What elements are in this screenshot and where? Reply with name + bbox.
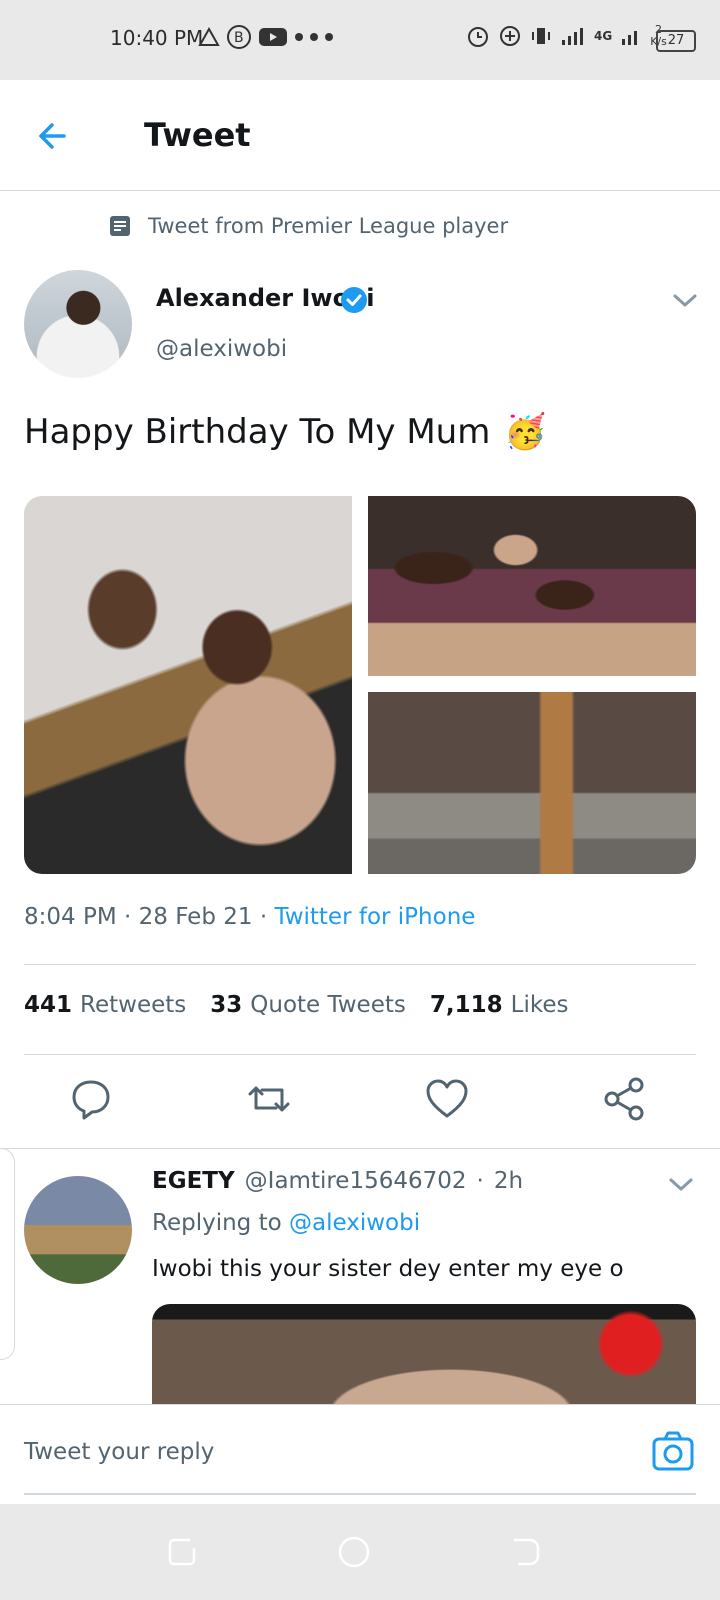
- party-emoji: 🥳: [504, 412, 547, 452]
- reply-header: EGETY @Iamtire15646702 · 2h: [152, 1168, 524, 1194]
- tweet-date: 28 Feb 21: [138, 904, 253, 930]
- replying-to: Replying to @alexiwobi: [152, 1210, 421, 1236]
- retweets-stat[interactable]: 441 Retweets: [24, 992, 186, 1018]
- reply-author-name[interactable]: EGETY: [152, 1168, 235, 1194]
- tweet-stats: 441 Retweets 33 Quote Tweets 7,118 Likes: [24, 992, 568, 1018]
- reply-avatar[interactable]: [24, 1176, 132, 1284]
- vibrate-icon: [532, 28, 550, 44]
- retweet-icon[interactable]: [244, 1074, 294, 1124]
- divider: [24, 1054, 696, 1055]
- reply-photo[interactable]: [152, 1304, 696, 1404]
- status-bar: 10:40 PM B 4G 2 K/s 27: [0, 0, 720, 80]
- bitcoin-icon: B: [227, 25, 251, 49]
- edge-panel-handle[interactable]: [0, 1148, 15, 1360]
- signal-icon: [562, 28, 583, 45]
- likes-stat[interactable]: 7,118 Likes: [430, 992, 569, 1018]
- warning-icon: [198, 26, 220, 46]
- battery-indicator: 27: [656, 30, 696, 52]
- tweet-meta: 8:04 PM · 28 Feb 21 · Twitter for iPhone: [24, 904, 476, 930]
- back-nav-icon[interactable]: [508, 1534, 544, 1570]
- reply-icon[interactable]: [66, 1074, 116, 1124]
- tweet-body: Happy Birthday To My Mum 🥳: [24, 412, 547, 452]
- input-underline: [24, 1493, 696, 1495]
- tweet-context: Tweet from Premier League player: [108, 214, 508, 238]
- context-label: Tweet from Premier League player: [148, 214, 509, 238]
- tweet-time: 8:04 PM: [24, 904, 117, 930]
- quote-tweets-stat[interactable]: 33 Quote Tweets: [210, 992, 406, 1018]
- network-type: 4G: [594, 29, 613, 43]
- tweet-photo-3[interactable]: [368, 692, 696, 874]
- status-time: 10:40 PM: [110, 26, 204, 50]
- reply-text: Iwobi this your sister dey enter my eye …: [152, 1256, 624, 1282]
- tweet-photo-1[interactable]: [24, 496, 352, 874]
- status-notification-icons: B: [198, 24, 334, 50]
- reply-author-handle[interactable]: @Iamtire15646702: [245, 1168, 467, 1194]
- youtube-icon: [259, 28, 287, 46]
- camera-icon[interactable]: [650, 1429, 696, 1475]
- tweet-photo-2[interactable]: [368, 496, 696, 676]
- more-notifications-icon: [295, 33, 333, 41]
- tweet-text: Happy Birthday To My Mum: [24, 412, 491, 452]
- page-title: Tweet: [144, 116, 251, 154]
- share-icon[interactable]: [600, 1074, 650, 1124]
- author-avatar[interactable]: [24, 270, 132, 378]
- like-icon[interactable]: [422, 1074, 472, 1124]
- verified-badge-icon: [341, 287, 367, 313]
- replying-to-mention[interactable]: @alexiwobi: [289, 1210, 420, 1236]
- reply-composer: Tweet your reply: [0, 1404, 720, 1501]
- data-saver-icon: [500, 26, 520, 46]
- system-navigation-bar: [0, 1504, 720, 1600]
- status-system-icons: 4G 2 K/s: [466, 24, 667, 48]
- top-app-bar: Tweet: [0, 80, 720, 191]
- divider: [24, 964, 696, 965]
- home-icon[interactable]: [336, 1534, 372, 1570]
- reply-input[interactable]: Tweet your reply: [24, 1439, 214, 1465]
- chevron-down-icon[interactable]: [670, 288, 700, 312]
- tweet-media-grid: [24, 496, 696, 874]
- tweet-actions: [0, 1056, 720, 1146]
- signal-icon-2: [622, 31, 638, 45]
- arrow-left-icon[interactable]: [34, 114, 78, 158]
- author-handle[interactable]: @alexiwobi: [156, 336, 287, 362]
- reply-age: 2h: [493, 1168, 524, 1194]
- divider: [0, 1148, 720, 1149]
- tweet-source-link[interactable]: Twitter for iPhone: [274, 904, 475, 930]
- svg-text:B: B: [234, 30, 244, 46]
- recents-icon[interactable]: [164, 1534, 200, 1570]
- alarm-icon: [468, 27, 488, 47]
- chevron-down-icon[interactable]: [666, 1172, 696, 1196]
- document-icon: [110, 216, 130, 236]
